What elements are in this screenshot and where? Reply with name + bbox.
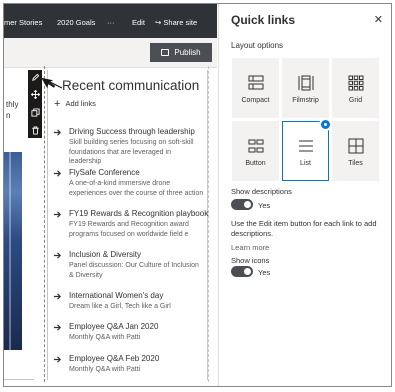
left-text-line: n xyxy=(6,111,11,120)
publish-icon xyxy=(161,49,170,56)
divider xyxy=(4,379,34,380)
layout-label: Button xyxy=(245,160,266,167)
tiles-icon xyxy=(348,138,363,154)
publish-button[interactable]: Publish xyxy=(150,43,212,62)
arrow-right-icon xyxy=(53,293,62,300)
link-description: Dream like a Girl, Tech like a Girl xyxy=(69,303,171,310)
link-title[interactable]: Inclusion & Diversity xyxy=(69,250,141,259)
layout-label: Filmstrip xyxy=(292,97,319,104)
pane-title: Quick links xyxy=(231,13,296,27)
pencil-icon xyxy=(31,73,39,81)
link-description: FY19 Rewards and Recognition award progr… xyxy=(69,221,189,238)
hero-image xyxy=(4,152,22,350)
layout-label: List xyxy=(300,160,311,167)
layout-label: Compact xyxy=(241,97,270,104)
arrow-right-icon xyxy=(53,170,62,177)
add-links-button[interactable]: + Add links xyxy=(54,97,96,110)
close-icon[interactable]: ✕ xyxy=(374,13,383,26)
help-text: Use the Edit item button for each link t… xyxy=(231,219,377,238)
arrow-right-icon xyxy=(53,211,62,218)
show-descriptions-toggle[interactable] xyxy=(231,199,253,210)
link-title[interactable]: FlySafe Conference xyxy=(69,168,140,177)
move-icon xyxy=(30,89,40,99)
link-title[interactable]: International Women's day xyxy=(69,291,163,300)
link-title[interactable]: Employee Q&A Feb 2020 xyxy=(69,354,159,363)
top-nav-bar: mer Stories 2020 Goals ··· Edit ↪ Share … xyxy=(4,4,217,38)
layout-option-tiles[interactable]: Tiles xyxy=(332,121,379,181)
publish-label: Publish xyxy=(174,48,201,57)
link-title[interactable]: Employee Q&A Jan 2020 xyxy=(69,322,158,331)
arrow-right-icon xyxy=(53,252,62,259)
property-pane: Quick links ✕ Layout options Compact Fil… xyxy=(218,4,391,386)
nav-share-site[interactable]: ↪ Share site xyxy=(155,18,197,27)
duplicate-webpart-button[interactable] xyxy=(28,105,42,119)
command-bar: Publish xyxy=(4,38,217,68)
add-links-label: Add links xyxy=(65,99,96,108)
plus-icon: + xyxy=(54,97,61,110)
show-descriptions-label: Show descriptions xyxy=(231,187,292,196)
layout-option-list[interactable]: List xyxy=(282,118,332,181)
arrow-right-icon xyxy=(53,356,62,363)
layout-option-filmstrip[interactable]: Filmstrip xyxy=(282,58,329,118)
grid-icon xyxy=(348,75,363,91)
show-icons-value: Yes xyxy=(258,268,271,277)
show-descriptions-value: Yes xyxy=(258,201,271,210)
layout-options-label: Layout options xyxy=(231,41,284,50)
list-icon xyxy=(298,140,313,152)
screenshot-frame: mer Stories 2020 Goals ··· Edit ↪ Share … xyxy=(3,3,392,387)
nav-more-button[interactable]: ··· xyxy=(107,18,115,27)
link-description: Monthly Q&A with Patti xyxy=(69,366,141,373)
nav-item-2020-goals[interactable]: 2020 Goals xyxy=(57,18,95,27)
nav-item-summer-stories[interactable]: mer Stories xyxy=(4,18,42,27)
filmstrip-icon xyxy=(298,75,313,91)
left-section-text: thly n xyxy=(6,99,18,121)
arrow-right-icon xyxy=(53,129,62,136)
copy-icon xyxy=(30,107,40,117)
share-icon: ↪ xyxy=(155,18,162,27)
delete-webpart-button[interactable] xyxy=(28,123,42,137)
arrow-right-icon xyxy=(53,324,62,331)
link-description: A one-of-a-kind immersive drone experien… xyxy=(69,180,204,197)
show-icons-label: Show icons xyxy=(231,256,270,265)
layout-label: Tiles xyxy=(348,160,363,167)
section-boundary xyxy=(208,66,209,382)
link-description: Panel discussion: Our Culture of Inclusi… xyxy=(69,262,199,279)
callout-arrow-icon xyxy=(41,77,63,89)
layout-option-grid[interactable]: Grid xyxy=(332,58,379,118)
compact-icon xyxy=(248,75,263,90)
link-title[interactable]: FY19 Rewards & Recognition playbook xyxy=(69,209,208,218)
webpart-border-left xyxy=(47,70,48,380)
trash-icon xyxy=(31,125,39,135)
link-description: Monthly Q&A with Patti xyxy=(69,334,141,341)
webpart-title[interactable]: Recent communication xyxy=(62,78,199,93)
section-boundary xyxy=(44,66,45,382)
link-title[interactable]: Driving Success through leadership xyxy=(69,127,195,136)
nav-edit-link[interactable]: Edit xyxy=(132,18,145,27)
layout-option-button[interactable]: Button xyxy=(232,121,279,181)
button-icon xyxy=(248,139,263,153)
share-site-label: Share site xyxy=(163,18,198,27)
left-text-line: thly xyxy=(6,100,19,109)
selected-radio-icon xyxy=(319,118,332,131)
learn-more-link[interactable]: Learn more xyxy=(231,243,269,252)
layout-option-compact[interactable]: Compact xyxy=(232,58,279,118)
layout-label: Grid xyxy=(348,97,363,104)
show-icons-toggle[interactable] xyxy=(231,266,253,277)
link-description: Skill building series focusing on soft-s… xyxy=(69,139,194,165)
